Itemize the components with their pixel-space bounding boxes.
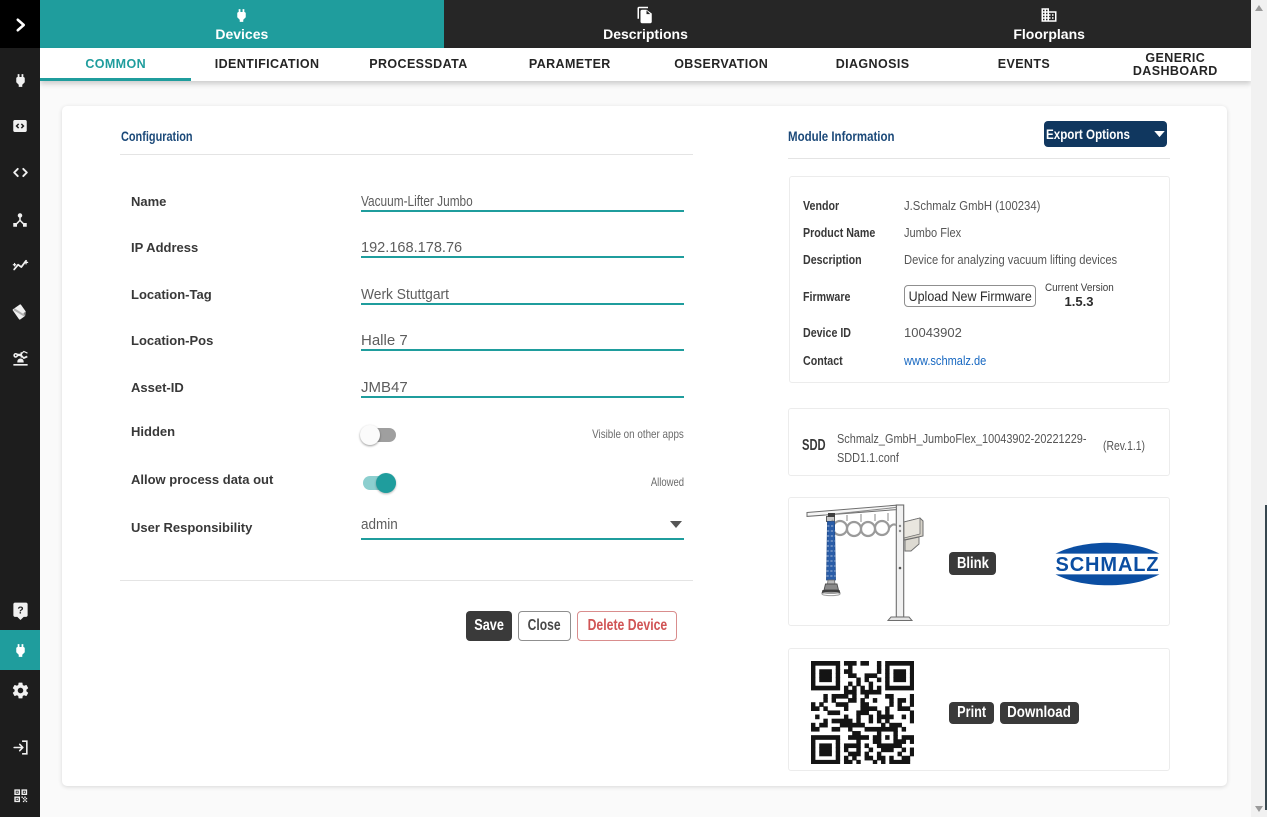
svg-text:SCHMALZ: SCHMALZ — [1055, 554, 1159, 576]
svg-text:?: ? — [17, 605, 23, 616]
